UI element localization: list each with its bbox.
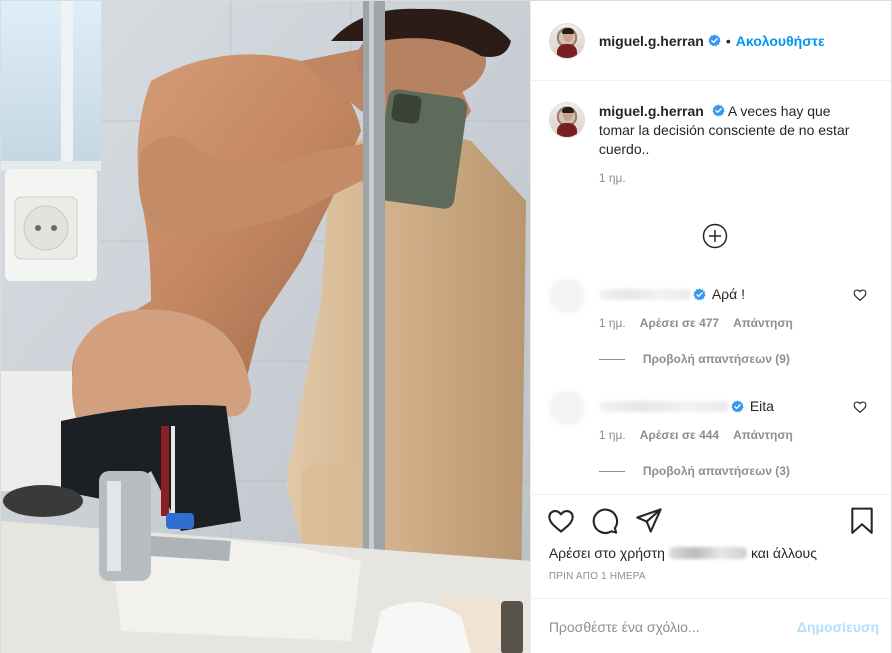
caption-username[interactable]: miguel.g.herran <box>599 103 704 119</box>
post-photo[interactable] <box>1 1 530 653</box>
plus-circle-icon[interactable] <box>702 223 728 249</box>
post-side-panel: miguel.g.herran • Ακολουθήστε miguel.g.h… <box>529 1 891 653</box>
avatar[interactable] <box>548 22 585 59</box>
mirror-selfie-image <box>1 1 530 653</box>
comment-time: 1 ημ. <box>598 428 626 442</box>
comment-avatar[interactable] <box>548 278 585 314</box>
comment-text: Eita <box>749 398 774 414</box>
bookmark-icon[interactable] <box>849 507 875 535</box>
view-replies-button[interactable]: Προβολή απαντήσεων (3) <box>531 464 891 478</box>
view-replies-label: Προβολή απαντήσεων (9) <box>642 352 790 366</box>
verified-badge-icon <box>708 34 721 47</box>
comment-item: Αρά ! 1 ημ. Αρέσει σε 477 Απάντηση Προβο… <box>531 278 891 366</box>
comment-username-redacted[interactable] <box>598 288 691 300</box>
action-icons-row <box>531 495 891 547</box>
liker-username-redacted[interactable] <box>668 547 747 559</box>
reply-button[interactable]: Απάντηση <box>733 316 793 330</box>
like-comment-heart-icon[interactable] <box>853 400 867 414</box>
post-header: miguel.g.herran • Ακολουθήστε <box>530 1 891 81</box>
add-comment-bar: Δημοσίευση <box>530 598 891 653</box>
view-replies-label: Προβολή απαντήσεων (3) <box>642 464 790 478</box>
comment-input[interactable] <box>548 618 797 635</box>
verified-badge-icon <box>712 104 725 117</box>
replies-divider <box>598 470 625 472</box>
view-replies-button[interactable]: Προβολή απαντήσεων (9) <box>531 352 891 366</box>
username-link[interactable]: miguel.g.herran <box>599 33 704 49</box>
likes-summary[interactable]: Αρέσει στο χρήστη και άλλους <box>531 545 891 561</box>
post-caption: miguel.g.herran A veces hay que tomar la… <box>531 82 891 159</box>
instagram-post: miguel.g.herran • Ακολουθήστε miguel.g.h… <box>0 0 892 653</box>
comment-text: Αρά ! <box>711 286 745 302</box>
likes-prefix: Αρέσει στο χρήστη <box>548 545 665 561</box>
post-comment-button[interactable]: Δημοσίευση <box>797 619 879 635</box>
replies-divider <box>598 358 625 360</box>
comment-username-redacted[interactable] <box>598 400 729 412</box>
caption-avatar[interactable] <box>548 102 585 138</box>
comment-likes[interactable]: Αρέσει σε 477 <box>640 316 719 330</box>
caption-time: 1 ημ. <box>598 171 626 185</box>
comment-likes[interactable]: Αρέσει σε 444 <box>640 428 719 442</box>
verified-badge-icon <box>693 287 706 300</box>
follow-button[interactable]: Ακολουθήστε <box>736 33 825 49</box>
heart-icon[interactable] <box>547 507 575 535</box>
likes-suffix: και άλλους <box>750 545 817 561</box>
comment-avatar[interactable] <box>548 390 585 426</box>
caption-text-block: miguel.g.herran A veces hay que tomar la… <box>599 102 859 159</box>
comment-icon[interactable] <box>591 507 619 535</box>
share-icon[interactable] <box>635 507 663 535</box>
reply-button[interactable]: Απάντηση <box>733 428 793 442</box>
comments-section[interactable]: miguel.g.herran A veces hay que tomar la… <box>531 82 891 494</box>
comment-time: 1 ημ. <box>598 316 626 330</box>
post-actions: Αρέσει στο χρήστη και άλλους ΠΡΙΝ ΑΠΟ 1 … <box>530 494 891 599</box>
like-comment-heart-icon[interactable] <box>853 288 867 302</box>
separator-dot: • <box>725 32 731 49</box>
verified-badge-icon <box>731 399 744 412</box>
post-date[interactable]: ΠΡΙΝ ΑΠΟ 1 ΗΜΕΡΑ <box>531 571 891 582</box>
comment-item: Eita 1 ημ. Αρέσει σε 444 Απάντηση Προβολ… <box>531 390 891 478</box>
